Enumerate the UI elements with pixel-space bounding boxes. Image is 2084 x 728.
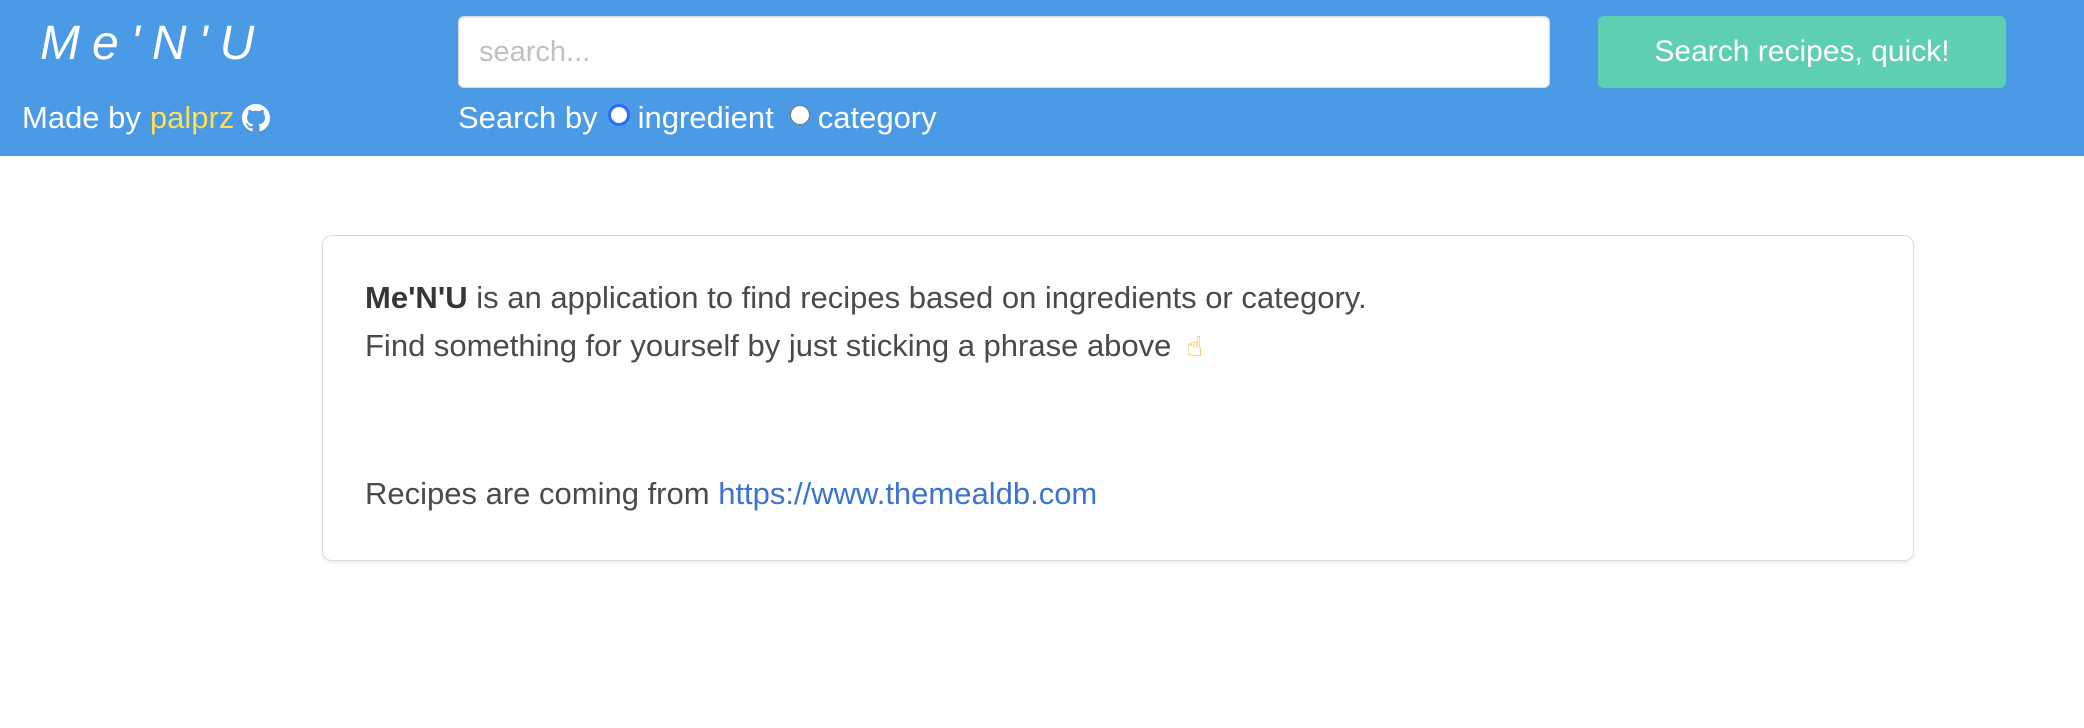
intro-description: Me'N'U is an application to find recipes…	[365, 280, 1367, 316]
themealdb-link[interactable]: https://www.themealdb.com	[718, 476, 1097, 511]
recipes-source-prefix: Recipes are coming from	[365, 476, 710, 511]
intro-instruction-text: Find something for yourself by just stic…	[365, 328, 1172, 363]
ingredient-radio[interactable]	[607, 104, 630, 126]
search-by-label: Search by	[458, 100, 598, 135]
made-by-credit: Made by palprz	[22, 100, 271, 136]
intro-instruction: Find something for yourself by just stic…	[365, 328, 1203, 364]
category-radio[interactable]	[789, 105, 810, 125]
search-by-group: Search by ingredient category	[458, 100, 937, 136]
ingredient-radio-label[interactable]: ingredient	[638, 100, 774, 136]
radio-option-ingredient[interactable]: ingredient	[607, 100, 774, 136]
author-link[interactable]: palprz	[150, 100, 234, 136]
pointing-up-hand-icon: ☝	[1186, 330, 1204, 363]
recipes-source: Recipes are coming from https://www.them…	[365, 476, 1097, 512]
intro-app-name: Me'N'U	[365, 280, 468, 315]
intro-description-text: is an application to find recipes based …	[476, 280, 1367, 315]
search-recipes-button[interactable]: Search recipes, quick!	[1598, 16, 2006, 88]
intro-card: Me'N'U is an application to find recipes…	[322, 235, 1914, 561]
top-navbar: Me'N'U Made by palprz Search recipes, qu…	[0, 0, 2084, 156]
app-brand-title: Me'N'U	[40, 17, 267, 70]
search-input[interactable]	[458, 16, 1550, 88]
radio-option-category[interactable]: category	[789, 100, 937, 136]
made-by-label: Made by	[22, 100, 141, 135]
github-icon[interactable]	[242, 104, 271, 132]
category-radio-label[interactable]: category	[818, 100, 937, 136]
